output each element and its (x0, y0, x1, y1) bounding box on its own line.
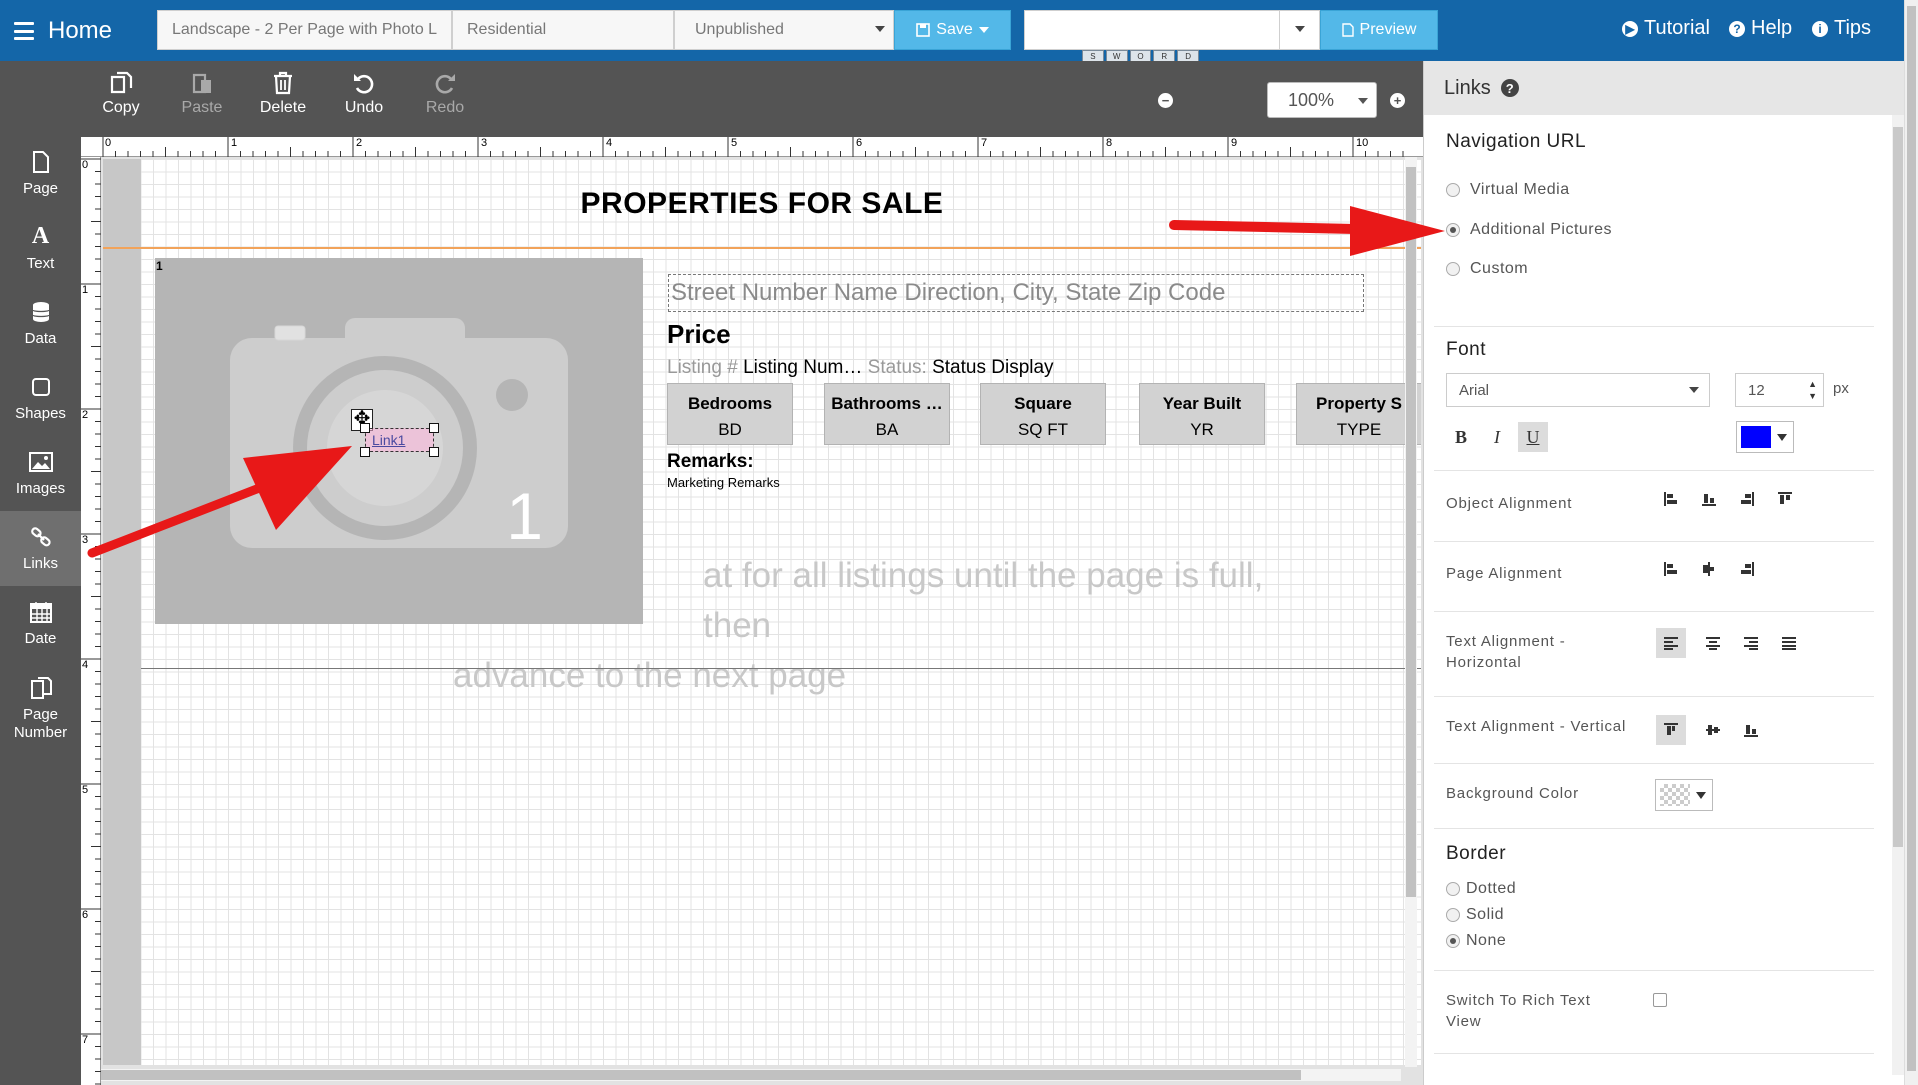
annotation-arrow-radio (1169, 206, 1445, 256)
annotation-arrows (87, 206, 1445, 558)
annotation-arrow-link (87, 446, 352, 558)
